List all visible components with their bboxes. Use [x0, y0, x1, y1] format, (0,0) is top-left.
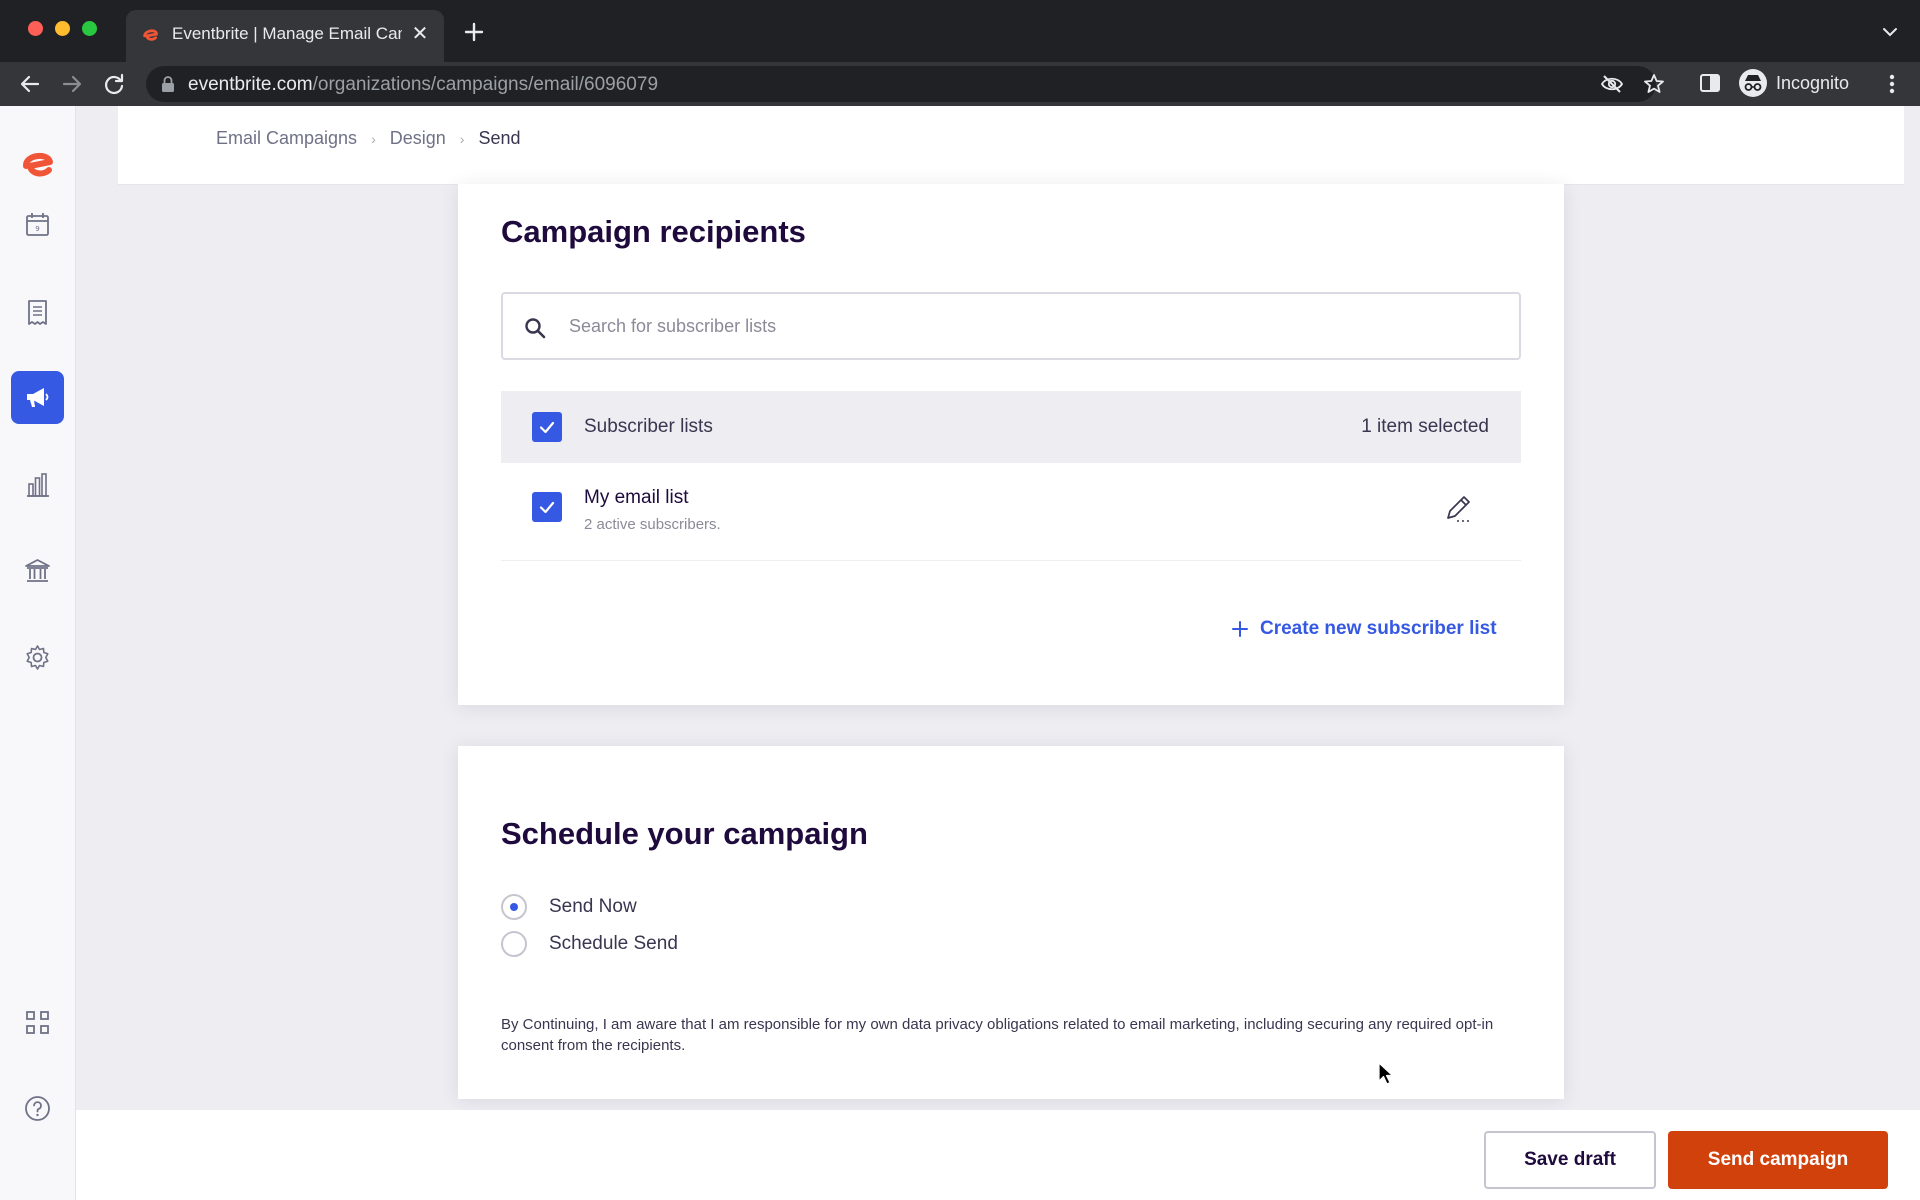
create-subscriber-list-link[interactable]: Create new subscriber list — [1230, 618, 1497, 640]
nav-settings[interactable] — [11, 631, 64, 684]
bookmark-star-icon[interactable] — [1642, 72, 1666, 96]
lock-icon[interactable] — [160, 75, 176, 93]
schedule-send-label: Schedule Send — [549, 933, 678, 954]
url-host: eventbrite.com — [188, 74, 313, 95]
schedule-send-option[interactable]: Schedule Send — [501, 931, 678, 957]
subscriber-list-search[interactable] — [501, 292, 1521, 360]
send-campaign-button[interactable]: Send campaign — [1668, 1131, 1888, 1189]
side-panel-icon[interactable] — [1697, 70, 1723, 96]
calendar-icon: 9 — [26, 213, 49, 236]
schedule-heading: Schedule your campaign — [501, 816, 868, 851]
nav-apps[interactable] — [11, 996, 64, 1049]
nav-finance[interactable] — [11, 544, 64, 597]
save-draft-button[interactable]: Save draft — [1484, 1131, 1656, 1189]
address-bar[interactable]: eventbrite.com/organizations/campaigns/e… — [146, 66, 1664, 102]
send-now-option[interactable]: Send Now — [501, 894, 637, 920]
schedule-campaign-card: Schedule your campaign Send Now Schedule… — [458, 746, 1564, 1099]
select-all-checkbox[interactable] — [532, 412, 562, 442]
schedule-send-radio[interactable] — [501, 931, 527, 957]
campaign-recipients-card: Campaign recipients Subscriber lists 1 i… — [458, 184, 1564, 705]
side-navigation: 9 — [0, 106, 76, 1200]
page: 9 Email Campaigns › Design › Send Campai… — [0, 106, 1920, 1200]
privacy-disclaimer: By Continuing, I am aware that I am resp… — [501, 1016, 1494, 1054]
create-subscriber-list-label: Create new subscriber list — [1260, 618, 1497, 639]
subscriber-lists-header: Subscriber lists 1 item selected — [501, 391, 1521, 463]
checkmark-icon — [539, 421, 555, 434]
forward-arrow-icon[interactable] — [58, 70, 86, 98]
send-now-label: Send Now — [549, 896, 637, 917]
nav-events[interactable]: 9 — [11, 198, 64, 251]
nav-help[interactable] — [11, 1082, 64, 1135]
search-icon — [525, 318, 546, 339]
breadcrumb-design[interactable]: Design — [390, 128, 446, 149]
browser-tab-active[interactable]: Eventbrite | Manage Email Cam ✕ — [126, 10, 444, 62]
plus-icon — [1232, 621, 1248, 637]
maximize-window-button[interactable] — [82, 21, 97, 36]
back-arrow-icon[interactable] — [16, 70, 44, 98]
eventbrite-favicon-icon — [140, 24, 162, 46]
pencil-edit-icon[interactable] — [1441, 492, 1475, 526]
incognito-icon[interactable] — [1738, 68, 1768, 98]
eye-off-icon[interactable] — [1600, 72, 1624, 96]
nav-reporting[interactable] — [11, 458, 64, 511]
eventbrite-logo[interactable] — [18, 144, 58, 184]
search-input[interactable] — [569, 308, 1469, 344]
incognito-label[interactable]: Incognito — [1776, 73, 1849, 94]
recipients-heading: Campaign recipients — [501, 214, 806, 249]
bank-icon — [25, 559, 50, 582]
svg-text:9: 9 — [35, 225, 39, 233]
gear-icon — [26, 645, 49, 670]
list-item[interactable]: My email list 2 active subscribers. — [501, 463, 1521, 561]
page-header: Email Campaigns › Design › Send — [118, 106, 1904, 185]
minimize-window-button[interactable] — [55, 21, 70, 36]
bar-chart-icon — [27, 473, 49, 497]
breadcrumb-chevron-icon: › — [371, 130, 376, 147]
send-now-radio[interactable] — [501, 894, 527, 920]
apps-grid-icon — [26, 1011, 49, 1034]
reload-icon[interactable] — [100, 70, 128, 98]
radio-selected-dot — [510, 903, 518, 911]
url-text[interactable]: eventbrite.com/organizations/campaigns/e… — [188, 74, 658, 96]
megaphone-icon — [27, 388, 49, 407]
breadcrumb-chevron-icon: › — [459, 130, 465, 147]
mouse-cursor-icon — [1378, 1062, 1394, 1085]
breadcrumb: Email Campaigns › Design › Send — [216, 128, 520, 149]
checkmark-icon — [539, 501, 555, 514]
help-icon — [25, 1096, 50, 1121]
selected-count: 1 item selected — [1361, 416, 1489, 437]
close-tab-icon[interactable]: ✕ — [408, 22, 432, 46]
browser-toolbar: eventbrite.com/organizations/campaigns/e… — [0, 62, 1920, 106]
list-item-subscribers: 2 active subscribers. — [584, 516, 721, 533]
tab-search-chevron-icon[interactable] — [1880, 22, 1900, 42]
orders-icon — [28, 300, 47, 325]
list-item-checkbox[interactable] — [532, 492, 562, 522]
breadcrumb-email-campaigns[interactable]: Email Campaigns — [216, 128, 357, 149]
new-tab-icon[interactable] — [460, 18, 488, 46]
browser-menu-icon[interactable] — [1882, 70, 1902, 98]
close-window-button[interactable] — [28, 21, 43, 36]
action-footer: Save draft Send campaign — [76, 1110, 1920, 1200]
tab-title: Eventbrite | Manage Email Cam — [172, 24, 402, 43]
browser-tab-strip: Eventbrite | Manage Email Cam ✕ — [0, 0, 1920, 62]
list-item-name: My email list — [584, 487, 689, 508]
breadcrumb-send: Send — [478, 128, 521, 148]
nav-orders[interactable] — [11, 286, 64, 339]
nav-marketing[interactable] — [11, 371, 64, 424]
url-path: /organizations/campaigns/email/6096079 — [312, 74, 659, 95]
subscriber-lists-label: Subscriber lists — [584, 416, 713, 437]
